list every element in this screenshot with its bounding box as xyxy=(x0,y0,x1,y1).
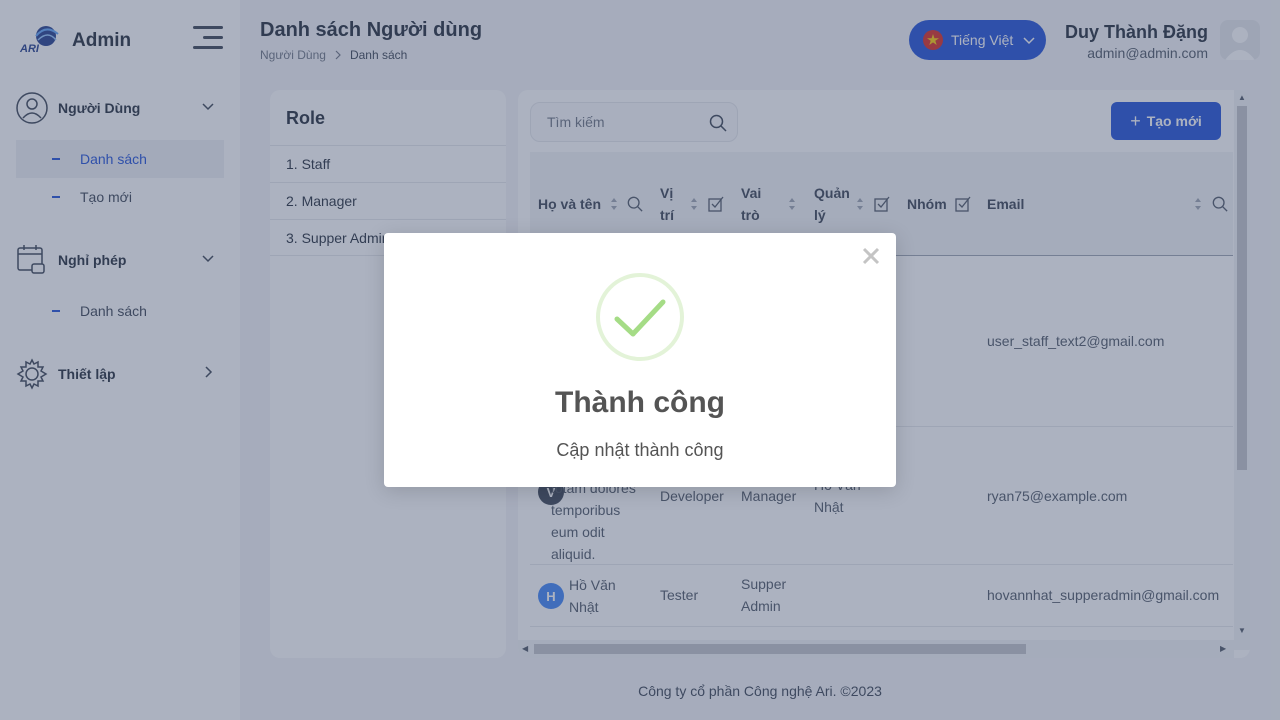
close-icon[interactable] xyxy=(860,245,882,267)
success-dialog: Thành công Cập nhật thành công xyxy=(384,233,896,487)
dialog-message: Cập nhật thành công xyxy=(556,440,724,460)
success-check-icon xyxy=(596,273,684,361)
dialog-title: Thành công xyxy=(555,386,725,419)
